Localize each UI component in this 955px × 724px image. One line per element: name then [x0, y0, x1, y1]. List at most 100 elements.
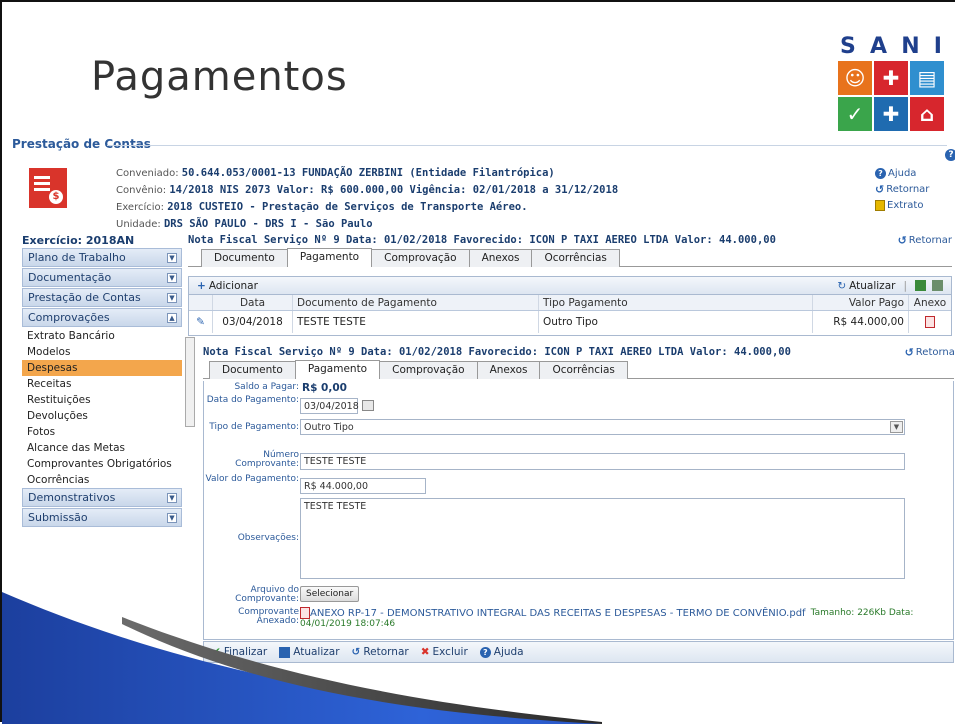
- tab-anexos[interactable]: Anexos: [476, 361, 541, 379]
- document-icon: ✓: [838, 97, 872, 131]
- tab-documento[interactable]: Documento: [209, 361, 296, 379]
- sidebar-item-devolucoes[interactable]: Devoluções: [22, 408, 182, 424]
- hospital-icon: ⌂: [910, 97, 944, 131]
- data-pagamento-input[interactable]: 03/04/2018: [300, 398, 359, 414]
- export-excel-icon[interactable]: [915, 280, 926, 291]
- sidebar-item-restituicoes[interactable]: Restituições: [22, 392, 182, 408]
- table-row[interactable]: ✎ 03/04/2018 TESTE TESTE Outro Tipo R$ 4…: [189, 311, 951, 333]
- person-icon: ☺: [838, 61, 872, 95]
- tab-ocorrencias[interactable]: Ocorrências: [539, 361, 628, 379]
- collapse-icon: ▲: [167, 312, 177, 323]
- pdf-icon[interactable]: [909, 311, 951, 333]
- row-data: 03/04/2018: [213, 311, 293, 333]
- toolbar-divider: |: [903, 279, 907, 292]
- sidebar-item-receitas[interactable]: Receitas: [22, 376, 182, 392]
- data-pagamento-label: Data do Pagamento:: [206, 395, 299, 405]
- sidebar-item-modelos[interactable]: Modelos: [22, 344, 182, 360]
- header-info: $ Conveniado: 50.644.053/0001-13 FUNDAÇÃ…: [12, 157, 942, 230]
- return-icon: ↺: [904, 346, 914, 359]
- main-panel: Nota Fiscal Serviço Nº 9 Data: 01/02/201…: [188, 234, 955, 663]
- slide: Pagamentos SANI ☺ ✚ ▤ ✓ ✚ ⌂ Prestação de…: [0, 0, 955, 724]
- sidebar-item-alcance[interactable]: Alcance das Metas: [22, 440, 182, 456]
- sidebar-group-submissao[interactable]: Submissão ▼: [22, 508, 182, 527]
- sani-logo: SANI ☺ ✚ ▤ ✓ ✚ ⌂: [836, 36, 946, 132]
- help-corner-icon[interactable]: ?: [945, 149, 955, 161]
- slide-title: Pagamentos: [91, 54, 348, 100]
- return-icon: ↺: [875, 182, 885, 196]
- ajuda-link[interactable]: ? Ajuda: [875, 165, 929, 181]
- sidebar-group-demonstrativos[interactable]: Demonstrativos ▼: [22, 488, 182, 507]
- expand-icon: ▼: [167, 512, 177, 523]
- sidebar-title: Exercício: 2018AN: [22, 234, 135, 247]
- chevron-down-icon[interactable]: ▼: [890, 421, 903, 433]
- sidebar-item-ocorrencias[interactable]: Ocorrências: [22, 472, 182, 488]
- convenio-line: Convênio: 14/2018 NIS 2073 Valor: R$ 600…: [116, 184, 619, 196]
- header-tipo[interactable]: Tipo Pagamento: [539, 295, 813, 310]
- form-nota-title: Nota Fiscal Serviço Nº 9 Data: 01/02/201…: [203, 346, 791, 358]
- payments-grid: + Adicionar ↻ Atualizar | Data Documento d…: [188, 276, 952, 336]
- expand-icon: ▼: [167, 272, 177, 283]
- export-grid-icon[interactable]: [932, 280, 943, 291]
- anexado-meta: Tamanho: 226Kb Data:: [810, 608, 914, 618]
- convenio-value: 14/2018 NIS 2073 Valor: R$ 600.000,00 Vi…: [169, 184, 619, 196]
- sidebar: Exercício: 2018AN Plano de Trabalho ▼ Doc…: [22, 234, 182, 528]
- retornar-link[interactable]: ↺ Retornar: [875, 181, 929, 197]
- sidebar-group-prestacao[interactable]: Prestação de Contas ▼: [22, 288, 182, 307]
- tab-ocorrencias[interactable]: Ocorrências: [531, 249, 620, 267]
- plus-icon: +: [197, 279, 206, 292]
- tab-anexos[interactable]: Anexos: [468, 249, 533, 267]
- edit-pencil-icon[interactable]: ✎: [189, 311, 213, 333]
- section-legend: Prestação de Contas: [12, 137, 151, 151]
- tab-documento[interactable]: Documento: [201, 249, 288, 267]
- valor-pagamento-label: Valor do Pagamento:: [205, 474, 299, 484]
- sidebar-item-fotos[interactable]: Fotos: [22, 424, 182, 440]
- sani-logo-grid: ☺ ✚ ▤ ✓ ✚ ⌂: [838, 61, 946, 131]
- row-valor: R$ 44.000,00: [813, 311, 909, 333]
- sidebar-item-despesas[interactable]: Despesas: [22, 360, 182, 376]
- financial-document-icon: $: [29, 168, 67, 208]
- header-data[interactable]: Data: [213, 295, 293, 310]
- saldo-value: R$ 0,00: [302, 382, 347, 394]
- tab-comprovacao[interactable]: Comprovação: [379, 361, 478, 379]
- nota-retornar-link[interactable]: ↺ Retornar: [898, 234, 952, 247]
- extract-icon: [875, 199, 885, 211]
- sani-logo-word: SANI: [840, 34, 942, 59]
- expand-icon: ▼: [167, 292, 177, 303]
- help-icon: ?: [875, 167, 886, 179]
- header-valor[interactable]: Valor Pago: [813, 295, 909, 310]
- return-icon: ↺: [897, 234, 907, 247]
- header-documento[interactable]: Documento de Pagamento: [293, 295, 539, 310]
- sidebar-group-plano[interactable]: Plano de Trabalho ▼: [22, 248, 182, 267]
- header-links: ? Ajuda ↺ Retornar Extrato: [875, 165, 929, 213]
- unidade-line: Unidade: DRS SÃO PAULO - DRS I - São Pau…: [116, 218, 373, 230]
- extrato-link[interactable]: Extrato: [875, 197, 929, 213]
- valor-pagamento-input[interactable]: R$ 44.000,00: [300, 478, 426, 494]
- tab-pagamento[interactable]: Pagamento: [286, 248, 373, 267]
- add-button[interactable]: + Adicionar: [197, 280, 258, 292]
- conveniado-value: 50.644.053/0001-13 FUNDAÇÃO ZERBINI (Ent…: [181, 167, 555, 179]
- tipo-pagamento-label: Tipo de Pagamento:: [209, 422, 299, 432]
- sidebar-scrollbar[interactable]: [185, 337, 195, 427]
- conveniado-line: Conveniado: 50.644.053/0001-13 FUNDAÇÃO …: [116, 167, 555, 179]
- sidebar-group-documentacao[interactable]: Documentação ▼: [22, 268, 182, 287]
- tipo-pagamento-select[interactable]: Outro Tipo: [300, 419, 905, 435]
- ambulance-icon: ✚: [874, 97, 908, 131]
- exercicio-value: 2018 CUSTEIO - Prestação de Serviços de …: [167, 201, 528, 213]
- header-anexo[interactable]: Anexo: [909, 295, 951, 310]
- sidebar-item-extrato[interactable]: Extrato Bancário: [22, 328, 182, 344]
- refresh-icon: ↻: [837, 279, 847, 292]
- refresh-button[interactable]: ↻ Atualizar: [837, 280, 895, 292]
- exercicio-line: Exercício: 2018 CUSTEIO - Prestação de S…: [116, 201, 528, 213]
- numero-comprovante-input[interactable]: TESTE TESTE: [300, 453, 905, 470]
- calendar-icon[interactable]: [362, 400, 374, 411]
- sidebar-group-comprovacoes[interactable]: Comprovações ▲: [22, 308, 182, 327]
- nota-title: Nota Fiscal Serviço Nº 9 Data: 01/02/201…: [188, 234, 776, 246]
- tab-pagamento[interactable]: Pagamento: [294, 360, 381, 379]
- app-window: Prestação de Contas ? $ Conveniado: 50.6…: [12, 137, 955, 663]
- tab-comprovacao[interactable]: Comprovação: [371, 249, 470, 267]
- grid-header: Data Documento de Pagamento Tipo Pagamen…: [189, 295, 951, 311]
- sidebar-item-comprovantes[interactable]: Comprovantes Obrigatórios: [22, 456, 182, 472]
- form-retornar-link[interactable]: ↺ Retornar: [905, 346, 955, 359]
- fieldset-border: [107, 145, 947, 146]
- header-edit-col: [189, 295, 213, 310]
